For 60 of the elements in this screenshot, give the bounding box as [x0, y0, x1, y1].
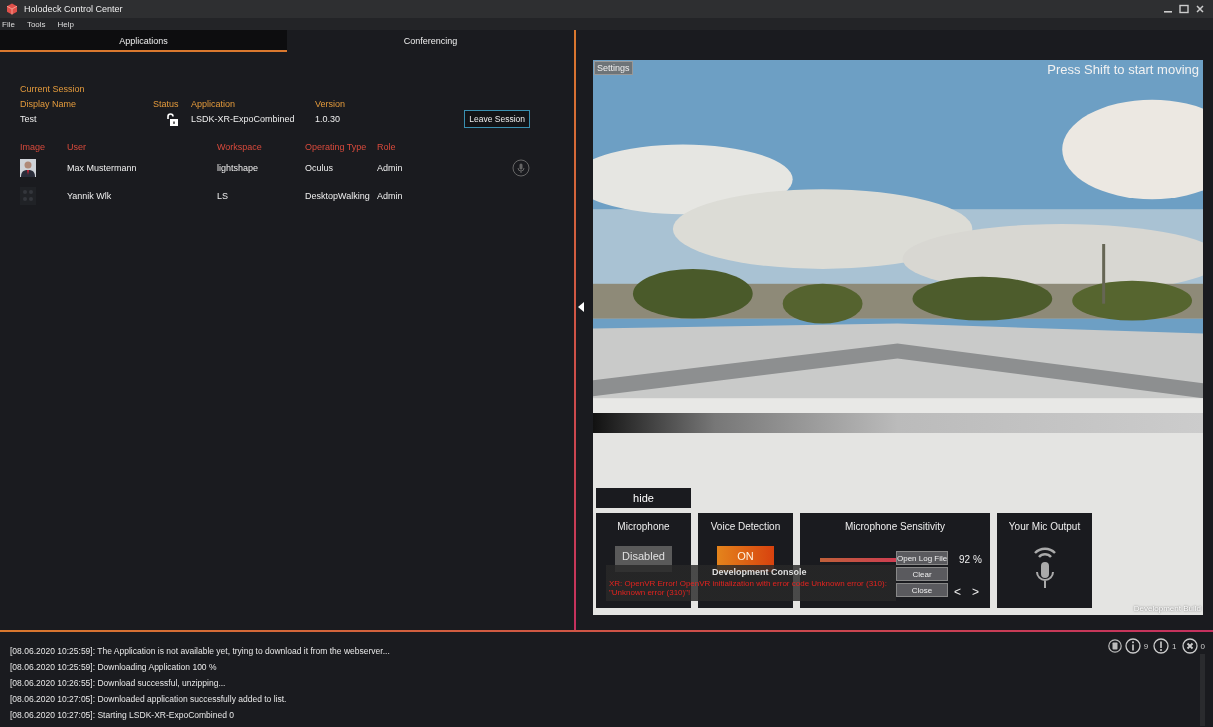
column-header: Image — [20, 142, 46, 152]
menu-item[interactable]: File — [2, 19, 15, 29]
info-icon[interactable] — [1124, 638, 1141, 654]
table-cell-text: 1.0.30 — [315, 114, 342, 124]
table-cell-text: lightshape — [217, 163, 260, 173]
cube-logo-icon — [6, 3, 18, 15]
log-line: [08.06.2020 10:25:59]: Downloading Application 100 % — [10, 662, 218, 672]
section-heading: Current Session — [20, 84, 86, 94]
previous-button[interactable]: < — [954, 585, 961, 599]
warning-icon[interactable] — [1153, 638, 1170, 654]
table-cell-text: Admin — [377, 191, 404, 201]
microphone-button[interactable] — [512, 159, 530, 177]
card-title: Microphone Sensitivity — [844, 521, 945, 532]
console-button[interactable]: Open Log File — [896, 551, 948, 565]
counter-value: 9 — [1143, 641, 1149, 651]
table-cell-text: Yannik Wlk — [67, 191, 113, 201]
maximize-icon[interactable] — [1179, 4, 1189, 14]
error-icon[interactable] — [1181, 638, 1198, 654]
collapse-arrow-icon[interactable] — [578, 302, 584, 312]
card-title: Voice Detection — [710, 521, 781, 532]
error-message: XR: OpenVR Error! OpenVR initialization with error code Unknown error (310): "Unknown error (310)"! — [608, 578, 888, 597]
close-icon[interactable] — [1195, 4, 1205, 14]
column-header: Display Name — [20, 99, 78, 109]
tab[interactable]: Applications — [0, 30, 287, 52]
column-header: Operating Type — [305, 142, 368, 152]
next-button[interactable]: > — [972, 585, 979, 599]
column-header: Version — [315, 99, 347, 109]
log-line: [08.06.2020 10:27:05]: Downloaded application successfully added to list. — [10, 694, 288, 704]
card-title: Your Mic Output — [1008, 521, 1081, 532]
settings-button[interactable]: Settings — [594, 61, 633, 75]
menu-item[interactable]: Tools — [26, 19, 46, 29]
table-cell-text: Oculus — [305, 163, 334, 173]
log-line: [08.06.2020 10:26:55]: Download successful, unzipping... — [10, 678, 227, 688]
clear-log-icon[interactable] — [1107, 639, 1122, 653]
avatar-icon — [20, 187, 36, 205]
counter-value: 0 — [1200, 641, 1205, 651]
avatar-icon — [20, 159, 36, 177]
column-header: Role — [377, 142, 397, 152]
log-line: [08.06.2020 10:25:59]: The Application is not available yet, trying to download it from the webserver... — [10, 646, 391, 656]
table-cell-text: Max Mustermann — [67, 163, 138, 173]
counter-value: 1 — [1172, 641, 1177, 651]
table-cell-text: Admin — [377, 163, 404, 173]
menu-item[interactable]: Help — [57, 19, 75, 29]
hide-button[interactable]: hide — [596, 488, 691, 508]
column-header: Application — [191, 99, 237, 109]
table-cell-text: DesktopWalking — [305, 191, 371, 201]
table-cell-text: Test — [20, 114, 38, 124]
table-cell-text: LSDK-XR-ExpoCombined — [191, 114, 296, 124]
slider-reading: 92 % — [959, 554, 982, 565]
column-header: Status — [153, 99, 180, 109]
console-button[interactable]: Clear — [896, 567, 948, 581]
window-title: Holodeck Control Center — [24, 4, 123, 14]
column-header: User — [67, 142, 87, 152]
hint-text: Press Shift to start moving — [1047, 62, 1199, 77]
log-line: [08.06.2020 10:27:05]: Starting LSDK-XR-ExpoCombined 0 — [10, 710, 235, 720]
column-header: Workspace — [217, 142, 263, 152]
card-title: Microphone — [617, 521, 670, 532]
leave-session-button[interactable]: Leave Session — [464, 110, 530, 128]
table-cell-text: LS — [217, 191, 229, 201]
console-button[interactable]: Close — [896, 583, 948, 597]
